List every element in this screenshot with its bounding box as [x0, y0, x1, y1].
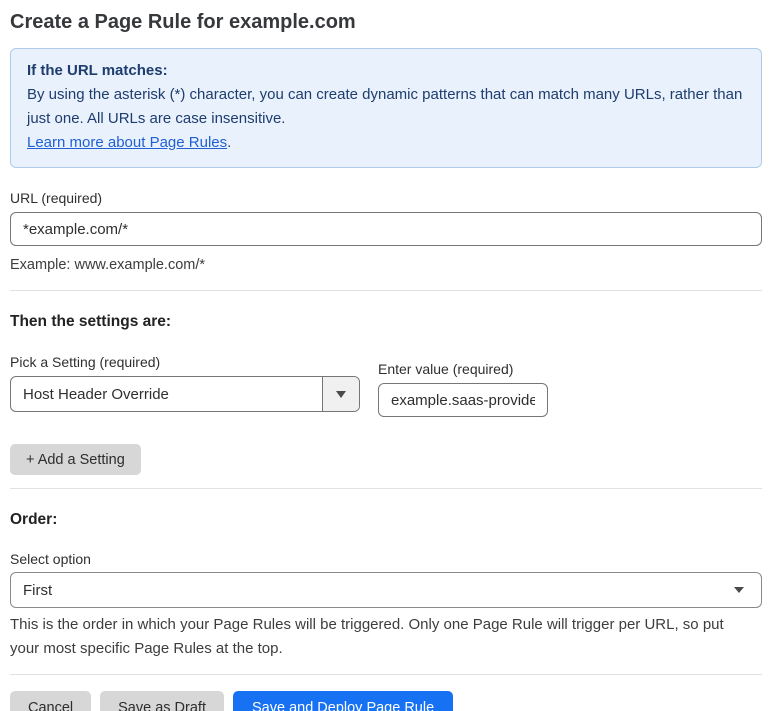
order-selected-value: First	[23, 581, 53, 599]
divider	[10, 290, 762, 291]
save-as-draft-button[interactable]: Save as Draft	[100, 691, 224, 711]
url-field-label: URL (required)	[10, 190, 103, 206]
divider	[10, 488, 762, 489]
chevron-down-icon	[734, 587, 744, 593]
order-select-label: Select option	[10, 551, 91, 567]
footer-actions: Cancel Save as Draft Save and Deploy Pag…	[10, 691, 762, 711]
settings-section-heading: Then the settings are:	[10, 313, 172, 330]
setting-value-input[interactable]	[378, 383, 548, 417]
dropdown-arrow-button[interactable]	[322, 377, 359, 411]
url-input[interactable]	[10, 212, 762, 246]
url-example-helper: Example: www.example.com/*	[10, 257, 206, 273]
enter-value-column: Enter value (required)	[378, 331, 548, 417]
order-section-heading: Order:	[10, 511, 58, 528]
url-match-info-box: If the URL matches: By using the asteris…	[10, 48, 762, 168]
pick-setting-column: Pick a Setting (required) Host Header Ov…	[10, 331, 360, 412]
order-helper-text: This is the order in which your Page Rul…	[10, 616, 724, 657]
divider	[10, 674, 762, 675]
learn-more-link[interactable]: Learn more about Page Rules	[27, 134, 227, 151]
info-box-body: By using the asterisk (*) character, you…	[27, 86, 743, 127]
link-suffix: .	[227, 134, 232, 151]
pick-setting-dropdown[interactable]: Host Header Override	[10, 376, 360, 412]
add-setting-button[interactable]: + Add a Setting	[10, 444, 141, 475]
info-box-heading: If the URL matches:	[27, 62, 168, 79]
order-select[interactable]: First	[10, 572, 762, 608]
pick-setting-label: Pick a Setting (required)	[10, 354, 161, 370]
enter-value-label: Enter value (required)	[378, 361, 514, 377]
save-and-deploy-button[interactable]: Save and Deploy Page Rule	[232, 691, 454, 711]
page-title: Create a Page Rule for example.com	[10, 11, 356, 33]
info-box-link-line: Learn more about Page Rules.	[27, 131, 745, 155]
cancel-button[interactable]: Cancel	[10, 691, 92, 711]
pick-setting-selected-value: Host Header Override	[23, 385, 169, 403]
chevron-down-icon	[336, 390, 346, 398]
create-page-rule-form: Create a Page Rule for example.com If th…	[0, 9, 772, 711]
settings-row: Pick a Setting (required) Host Header Ov…	[10, 331, 762, 417]
